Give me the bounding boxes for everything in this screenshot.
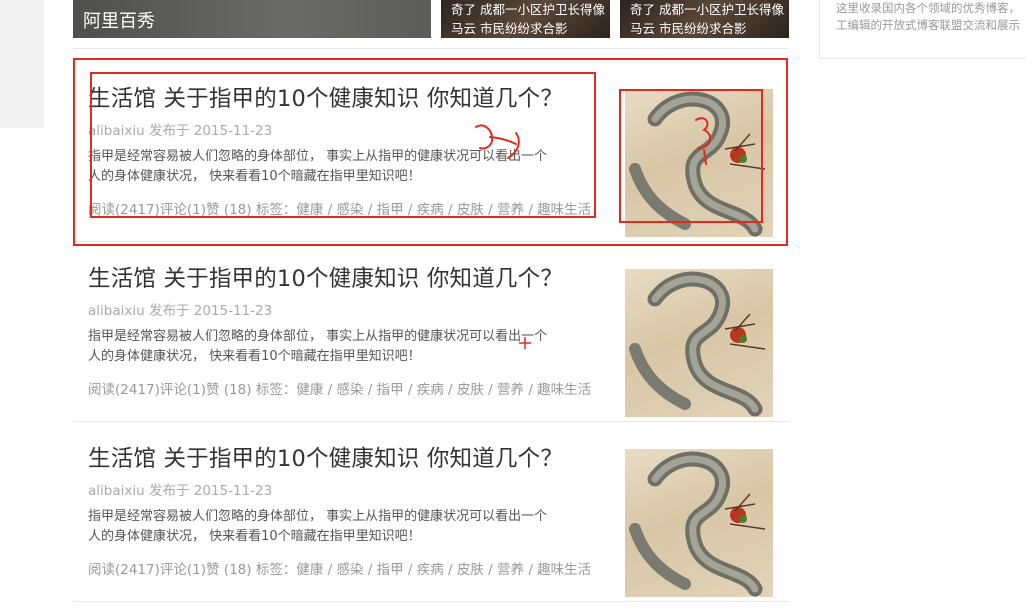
article-meta: alibaixiu 发布于 2015-11-23: [88, 479, 272, 499]
summary-line: 人的身体健康状况， 快来看看10个暗藏在指甲里知识吧！: [88, 169, 421, 184]
article-tags: 标签：健康 / 感染 / 指甲 / 疾病 / 皮肤 / 营养 / 趣味生活: [255, 562, 592, 578]
article-summary: 指甲是经常容易被人们忽略的身体部位， 事实上从指甲的健康状况可以看出一个 人的身…: [88, 147, 588, 187]
tag-link[interactable]: 指甲: [377, 382, 404, 398]
article-stats: 阅读(2417)评论(1)赞 (18) 标签：健康 / 感染 / 指甲 / 疾病…: [88, 198, 591, 218]
article-title[interactable]: 生活馆 关于指甲的10个健康知识 你知道几个？: [88, 441, 563, 473]
article-date: 2015-11-23: [193, 483, 273, 499]
tag-link[interactable]: 健康: [296, 562, 323, 578]
sidebar-intro: 这里收录国内各个领域的优秀博客， 工编辑的开放式博客联盟交流和展示: [819, 0, 1026, 59]
summary-line: 指甲是经常容易被人们忽略的身体部位， 事实上从指甲的健康状况可以看出一个: [88, 329, 548, 344]
article-title[interactable]: 生活馆 关于指甲的10个健康知识 你知道几个？: [88, 81, 563, 113]
tag-link[interactable]: 感染: [336, 382, 363, 398]
tag-link[interactable]: 感染: [336, 202, 363, 218]
tag-link[interactable]: 疾病: [417, 382, 444, 398]
article-thumbnail[interactable]: [625, 449, 773, 597]
read-count: 阅读(2417): [88, 202, 160, 218]
comment-count[interactable]: 评论(1): [160, 382, 206, 398]
like-count[interactable]: 赞 (18): [206, 202, 252, 218]
tags-label: 标签：: [255, 202, 297, 218]
banner-slide[interactable]: 阿里百秀: [73, 0, 431, 38]
summary-line: 指甲是经常容易被人们忽略的身体部位， 事实上从指甲的健康状况可以看出一个: [88, 509, 548, 524]
tags-label: 标签：: [255, 382, 297, 398]
article-author[interactable]: alibaixiu: [88, 483, 145, 499]
tag-link[interactable]: 皮肤: [457, 562, 484, 578]
comment-count[interactable]: 评论(1): [160, 562, 206, 578]
article-thumbnail[interactable]: [625, 89, 773, 237]
tag-link[interactable]: 趣味生活: [537, 562, 591, 578]
article-author[interactable]: alibaixiu: [88, 123, 145, 139]
published-label: 发布于: [148, 303, 190, 319]
tag-link[interactable]: 指甲: [377, 562, 404, 578]
article-date: 2015-11-23: [193, 123, 273, 139]
divider: [73, 48, 789, 49]
article-date: 2015-11-23: [193, 303, 273, 319]
article-thumbnail[interactable]: [625, 269, 773, 417]
comment-count[interactable]: 评论(1): [160, 202, 206, 218]
article-summary: 指甲是经常容易被人们忽略的身体部位， 事实上从指甲的健康状况可以看出一个 人的身…: [88, 327, 588, 367]
article-tags: 标签：健康 / 感染 / 指甲 / 疾病 / 皮肤 / 营养 / 趣味生活: [255, 202, 592, 218]
tag-link[interactable]: 指甲: [377, 202, 404, 218]
tag-link[interactable]: 疾病: [417, 562, 444, 578]
tag-link[interactable]: 趣味生活: [537, 382, 591, 398]
like-count[interactable]: 赞 (18): [206, 562, 252, 578]
news-thumb-1-line1: 奇了 成都一小区护卫长得像: [451, 2, 605, 17]
tag-link[interactable]: 感染: [336, 562, 363, 578]
read-count: 阅读(2417): [88, 562, 160, 578]
snake-image: [629, 271, 766, 417]
tag-link[interactable]: 健康: [296, 202, 323, 218]
article-item: 生活馆 关于指甲的10个健康知识 你知道几个？ alibaixiu 发布于 20…: [73, 421, 789, 602]
article-meta: alibaixiu 发布于 2015-11-23: [88, 299, 272, 319]
news-thumb-1[interactable]: 奇了 成都一小区护卫长得像 马云 市民纷纷求合影: [441, 0, 610, 38]
snake-image: [629, 91, 766, 237]
article-item: 生活馆 关于指甲的10个健康知识 你知道几个？ alibaixiu 发布于 20…: [73, 241, 789, 422]
left-gray-panel: [0, 0, 44, 128]
tag-link[interactable]: 皮肤: [457, 382, 484, 398]
article-meta: alibaixiu 发布于 2015-11-23: [88, 119, 272, 139]
article-author[interactable]: alibaixiu: [88, 303, 145, 319]
summary-line: 人的身体健康状况， 快来看看10个暗藏在指甲里知识吧！: [88, 529, 421, 544]
tag-link[interactable]: 健康: [296, 382, 323, 398]
read-count: 阅读(2417): [88, 382, 160, 398]
tag-link[interactable]: 营养: [497, 202, 524, 218]
tag-link[interactable]: 营养: [497, 382, 524, 398]
tag-link[interactable]: 疾病: [417, 202, 444, 218]
tag-link[interactable]: 趣味生活: [537, 202, 591, 218]
tags-label: 标签：: [255, 562, 297, 578]
tag-link[interactable]: 营养: [497, 562, 524, 578]
article-stats: 阅读(2417)评论(1)赞 (18) 标签：健康 / 感染 / 指甲 / 疾病…: [88, 378, 591, 398]
news-thumb-2-line1: 奇了 成都一小区护卫长得像: [630, 2, 784, 17]
article-item: 生活馆 关于指甲的10个健康知识 你知道几个？ alibaixiu 发布于 20…: [73, 61, 789, 242]
news-thumb-1-line2: 马云 市民纷纷求合影: [451, 21, 568, 36]
like-count[interactable]: 赞 (18): [206, 382, 252, 398]
article-title[interactable]: 生活馆 关于指甲的10个健康知识 你知道几个？: [88, 261, 563, 293]
article-summary: 指甲是经常容易被人们忽略的身体部位， 事实上从指甲的健康状况可以看出一个 人的身…: [88, 507, 588, 547]
published-label: 发布于: [148, 123, 190, 139]
news-thumb-2-line2: 马云 市民纷纷求合影: [630, 21, 747, 36]
banner-title: 阿里百秀: [83, 11, 155, 32]
snake-image: [629, 451, 766, 597]
article-tags: 标签：健康 / 感染 / 指甲 / 疾病 / 皮肤 / 营养 / 趣味生活: [255, 382, 592, 398]
sidebar-intro-line1: 这里收录国内各个领域的优秀博客，: [836, 1, 1020, 15]
summary-line: 人的身体健康状况， 快来看看10个暗藏在指甲里知识吧！: [88, 349, 421, 364]
sidebar-intro-line2: 工编辑的开放式博客联盟交流和展示: [836, 18, 1020, 32]
news-thumb-2[interactable]: 奇了 成都一小区护卫长得像 马云 市民纷纷求合影: [620, 0, 789, 38]
tag-link[interactable]: 皮肤: [457, 202, 484, 218]
published-label: 发布于: [148, 483, 190, 499]
article-stats: 阅读(2417)评论(1)赞 (18) 标签：健康 / 感染 / 指甲 / 疾病…: [88, 558, 591, 578]
summary-line: 指甲是经常容易被人们忽略的身体部位， 事实上从指甲的健康状况可以看出一个: [88, 149, 548, 164]
